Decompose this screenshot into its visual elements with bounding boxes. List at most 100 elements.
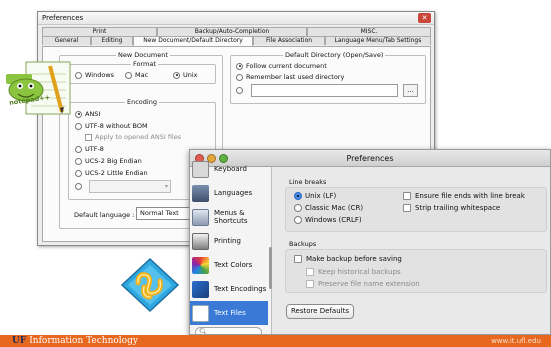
- format-mac-radio[interactable]: Mac: [125, 71, 148, 79]
- format-title: Format: [131, 60, 158, 68]
- radio-icon: [75, 183, 82, 190]
- uf-logo-mark: UF: [12, 336, 27, 346]
- encoding-utf8-nobom-label: UTF-8 without BOM: [85, 122, 148, 130]
- keep-historical-checkbox[interactable]: Keep historical backups: [306, 268, 401, 276]
- tab-language-menu-tab-settings[interactable]: Language Menu/Tab Settings: [325, 36, 431, 45]
- tab-print[interactable]: Print: [42, 27, 157, 36]
- radio-icon: [236, 73, 243, 81]
- encoding-ansi-radio[interactable]: ANSI: [75, 110, 100, 118]
- make-backup-checkbox[interactable]: Make backup before saving: [294, 255, 402, 263]
- preserve-ext-checkbox[interactable]: Preserve file name extension: [306, 280, 420, 288]
- radio-icon: [75, 145, 82, 153]
- npp-title: Preferences: [42, 14, 84, 22]
- languages-icon: [192, 184, 209, 202]
- encoding-ucs2-be-radio[interactable]: UCS-2 Big Endian: [75, 157, 142, 165]
- printer-icon: [192, 232, 209, 250]
- default-language-text: Default language :: [74, 211, 135, 219]
- radio-selected-icon: [294, 192, 302, 200]
- encoding-other-select[interactable]: ▾: [89, 180, 171, 193]
- unix-lf-label: Unix (LF): [305, 192, 337, 200]
- mac-window-title: Preferences: [346, 154, 394, 163]
- apply-ansi-checkbox[interactable]: Apply to opened ANSI files: [85, 133, 181, 141]
- tab-general[interactable]: General: [42, 36, 91, 45]
- encoding-ucs2-le-label: UCS-2 Little Endian: [85, 169, 148, 177]
- sidebar-scrollbar[interactable]: [269, 247, 272, 289]
- chevron-down-icon: ▾: [164, 183, 168, 190]
- custom-dir-radio[interactable]: [236, 87, 246, 94]
- radio-icon: [75, 71, 82, 79]
- radio-icon: [294, 216, 302, 224]
- sidebar-item-label: Menus & Shortcuts: [214, 209, 248, 225]
- sidebar-item-text-files[interactable]: Text Files: [190, 301, 268, 325]
- sidebar-item-label: Keyboard: [214, 165, 247, 173]
- custom-directory-input[interactable]: [251, 84, 398, 97]
- ensure-newline-label: Ensure file ends with line break: [415, 192, 525, 200]
- follow-current-doc-radio[interactable]: Follow current document: [236, 62, 327, 70]
- keep-historical-label: Keep historical backups: [318, 268, 401, 276]
- radio-icon: [75, 169, 82, 177]
- radio-selected-icon: [75, 110, 82, 118]
- tab-misc[interactable]: MISC.: [307, 27, 431, 36]
- close-icon[interactable]: ✕: [418, 13, 431, 23]
- windows-crlf-radio[interactable]: Windows (CRLF): [294, 216, 362, 224]
- line-breaks-label: Line breaks: [289, 178, 327, 186]
- format-windows-radio[interactable]: Windows: [75, 71, 114, 79]
- sidebar-item-keyboard[interactable]: Keyboard: [190, 157, 268, 181]
- checkbox-icon: [306, 280, 314, 288]
- backups-box: Make backup before saving Keep historica…: [285, 249, 547, 293]
- encoding-ucs2-le-radio[interactable]: UCS-2 Little Endian: [75, 169, 148, 177]
- browse-button[interactable]: ...: [403, 84, 418, 97]
- encoding-ucs2-be-label: UCS-2 Big Endian: [85, 157, 142, 165]
- classic-mac-cr-radio[interactable]: Classic Mac (CR): [294, 204, 363, 212]
- sidebar-item-printing[interactable]: Printing: [190, 229, 268, 253]
- checkbox-icon: [294, 255, 302, 263]
- default-language-select[interactable]: Normal Text ▾: [136, 207, 196, 220]
- sidebar-item-text-encodings[interactable]: Text Encodings: [190, 277, 268, 301]
- preserve-ext-label: Preserve file name extension: [318, 280, 420, 288]
- radio-icon: [75, 122, 82, 130]
- remember-last-dir-label: Remember last used directory: [246, 73, 345, 81]
- sidebar-item-text-colors[interactable]: Text Colors: [190, 253, 268, 277]
- new-document-title: New Document: [116, 51, 170, 59]
- encoding-title: Encoding: [125, 98, 159, 106]
- footer-url[interactable]: www.it.ufl.edu: [491, 335, 541, 347]
- restore-defaults-button[interactable]: Restore Defaults: [286, 304, 354, 319]
- checkbox-icon: [403, 204, 411, 212]
- radio-icon: [236, 87, 243, 94]
- encoding-other-radio[interactable]: [75, 183, 85, 190]
- footer-brand: UF Information Technology: [12, 335, 138, 347]
- sidebar-item-label: Printing: [214, 237, 241, 245]
- menus-icon: [192, 208, 209, 226]
- apply-ansi-label: Apply to opened ANSI files: [95, 133, 182, 141]
- format-mac-label: Mac: [135, 71, 149, 79]
- remember-last-dir-radio[interactable]: Remember last used directory: [236, 73, 344, 81]
- unix-lf-radio[interactable]: Unix (LF): [294, 192, 336, 200]
- sidebar-item-label: Text Files: [214, 309, 246, 317]
- text-colors-icon: [192, 256, 209, 274]
- preferences-sidebar: Keyboard Languages Menus & Shortcuts Pri…: [190, 160, 272, 334]
- backups-label: Backups: [289, 240, 317, 248]
- strip-whitespace-checkbox[interactable]: Strip trailing whitespace: [403, 204, 500, 212]
- footer-brand-text: Information Technology: [29, 336, 138, 346]
- default-directory-group: Default Directory (Open/Save) Follow cur…: [230, 51, 426, 104]
- checkbox-icon: [85, 133, 92, 141]
- npp-title-bar: Preferences ✕: [38, 12, 434, 25]
- footer-bar: UF Information Technology www.it.ufl.edu: [0, 335, 551, 347]
- sidebar-item-languages[interactable]: Languages: [190, 181, 268, 205]
- textwrangler-logo: [120, 257, 180, 313]
- tab-file-association[interactable]: File Association: [253, 36, 325, 45]
- checkbox-icon: [403, 192, 411, 200]
- encoding-utf8-label: UTF-8: [85, 145, 104, 153]
- format-unix-radio[interactable]: Unix: [173, 71, 198, 79]
- ensure-newline-checkbox[interactable]: Ensure file ends with line break: [403, 192, 525, 200]
- tab-backup-auto-completion[interactable]: Backup/Auto-Completion: [157, 27, 307, 36]
- encoding-utf8-radio[interactable]: UTF-8: [75, 145, 104, 153]
- encoding-utf8-nobom-radio[interactable]: UTF-8 without BOM: [75, 122, 148, 130]
- sidebar-item-menus-shortcuts[interactable]: Menus & Shortcuts: [190, 205, 268, 229]
- tab-new-document-default-directory[interactable]: New Document/Default Directory: [133, 36, 253, 46]
- tab-editing[interactable]: Editing: [91, 36, 133, 45]
- search-input[interactable]: 🔍︎: [195, 327, 262, 334]
- npp-tab-row-top: Print Backup/Auto-Completion MISC.: [42, 27, 431, 36]
- sidebar-item-label: Languages: [214, 189, 253, 197]
- line-breaks-box: Unix (LF) Classic Mac (CR) Windows (CRLF…: [285, 187, 547, 232]
